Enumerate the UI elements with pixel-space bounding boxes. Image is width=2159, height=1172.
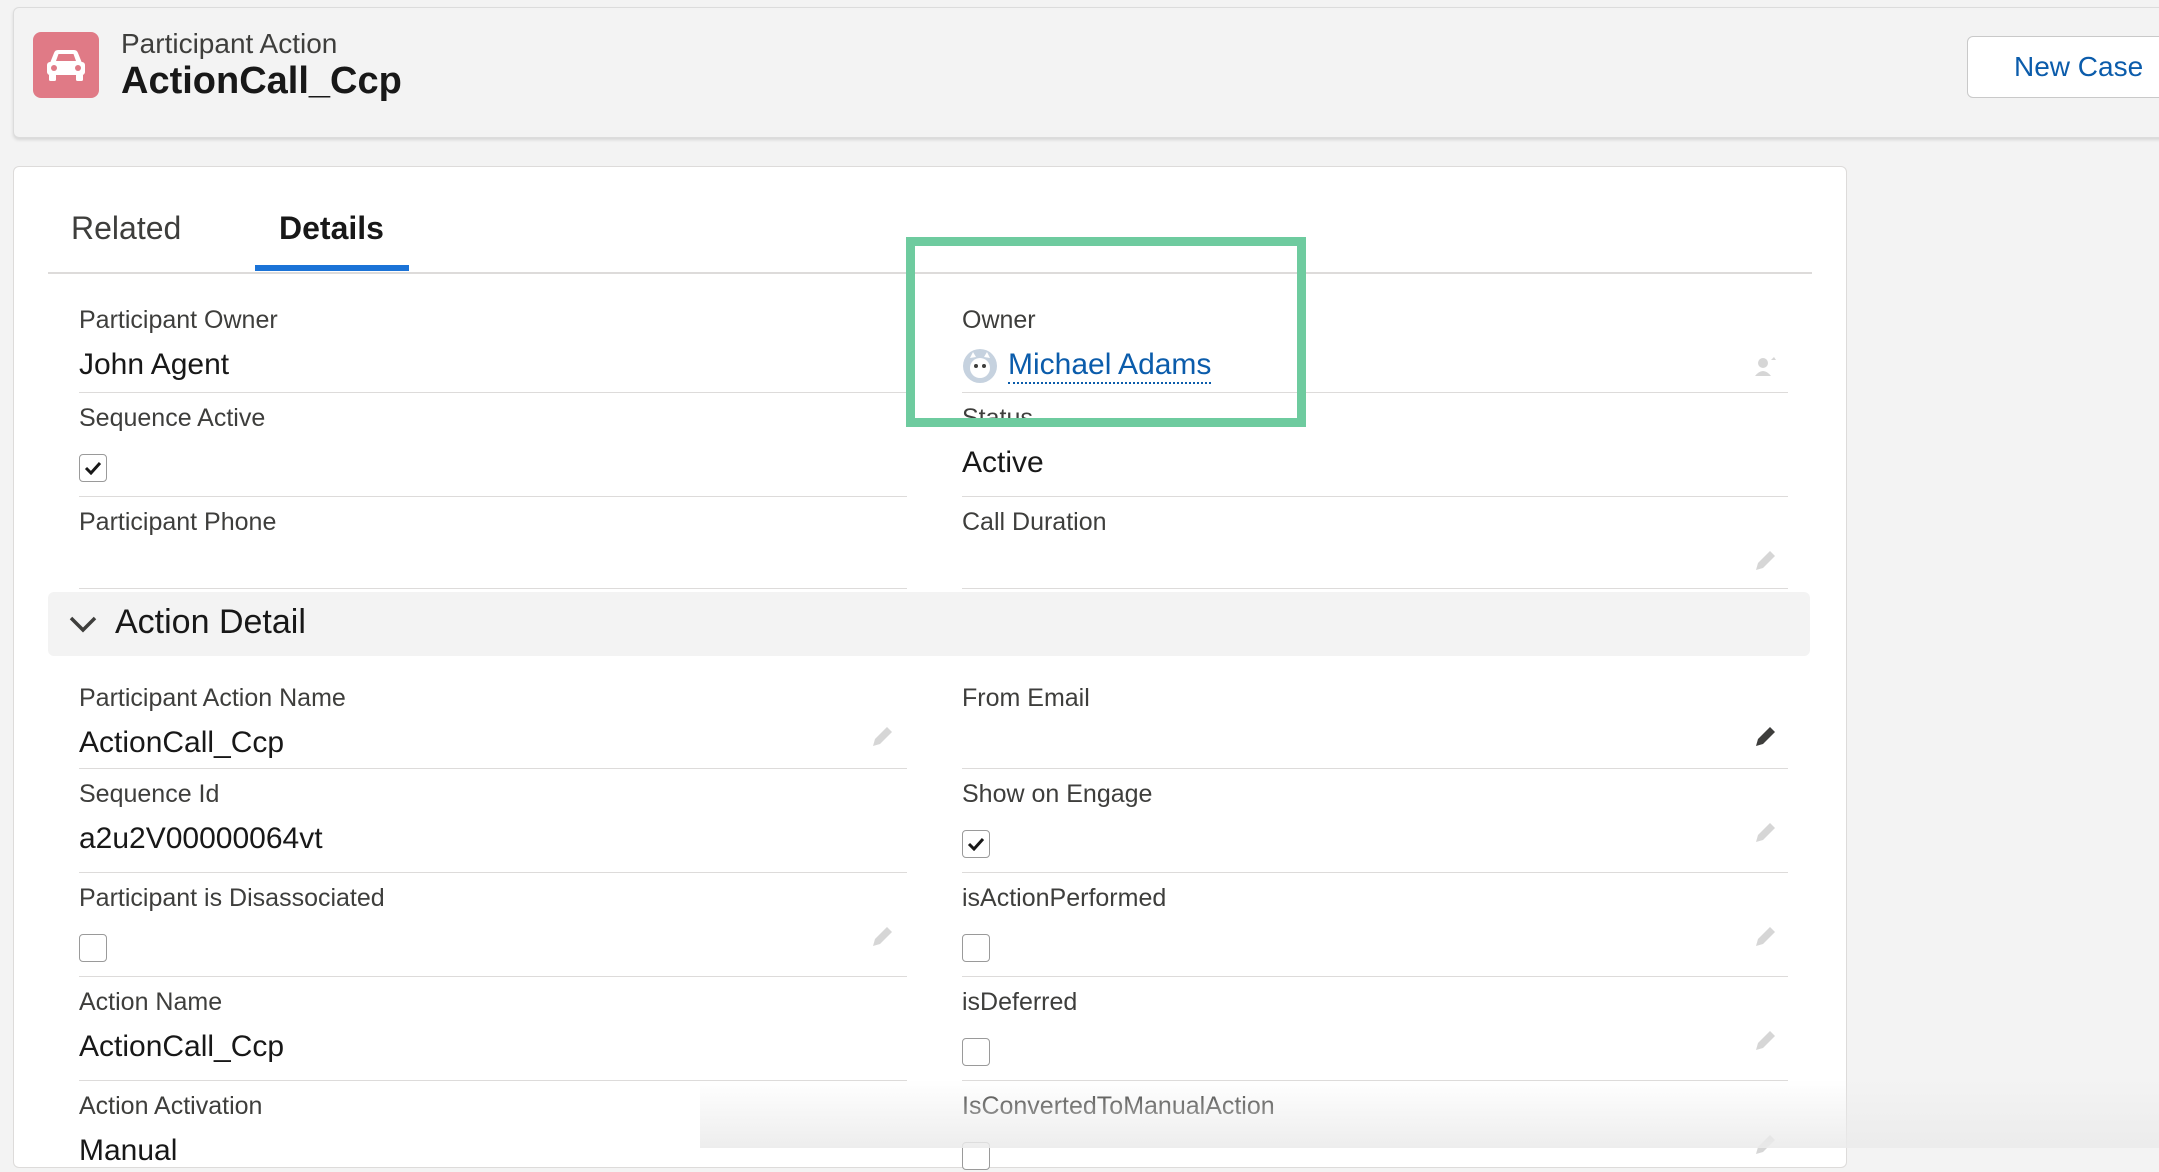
is-converted-manual-checkbox[interactable] [962,1142,990,1170]
field-value: John Agent [79,348,230,381]
edit-pencil-icon[interactable] [1752,548,1778,574]
tab-related[interactable]: Related [71,210,181,247]
field-from-email: From Email [962,684,1788,769]
field-label: Participant Action Name [79,684,346,712]
field-value: Active [962,446,1044,479]
field-label: Participant Owner [79,306,278,334]
field-sequence-id: Sequence Id a2u2V00000064vt [79,780,907,873]
change-owner-icon[interactable] [1752,354,1778,380]
field-label: Sequence Active [79,404,266,432]
checkmark-icon [84,461,102,475]
show-on-engage-checkbox[interactable] [962,830,990,858]
checkmark-icon [967,837,985,851]
edit-pencil-icon[interactable] [1752,724,1778,750]
edit-pencil-icon[interactable] [869,924,895,950]
field-label: From Email [962,684,1090,712]
field-is-action-performed: isActionPerformed [962,884,1788,977]
chevron-down-icon[interactable] [68,614,98,634]
tab-details[interactable]: Details [279,210,384,247]
is-action-performed-checkbox[interactable] [962,934,990,962]
section-title: Action Detail [115,603,306,641]
field-value: Manual [79,1134,178,1167]
field-participant-action-name: Participant Action Name ActionCall_Ccp [79,684,907,769]
car-icon [33,32,99,98]
edit-pencil-icon[interactable] [1752,924,1778,950]
field-call-duration: Call Duration [962,508,1788,589]
field-participant-disassociated: Participant is Disassociated [79,884,907,977]
field-label: isActionPerformed [962,884,1167,912]
field-participant-owner: Participant Owner John Agent [79,306,907,393]
field-participant-phone: Participant Phone [79,508,907,589]
participant-disassociated-checkbox[interactable] [79,934,107,962]
edit-pencil-icon[interactable] [1752,820,1778,846]
record-title: ActionCall_Ccp [121,60,402,102]
field-value: ActionCall_Ccp [79,1030,285,1063]
highlight-box [906,237,1306,427]
section-header-action-detail[interactable] [48,592,1810,656]
field-label: Participant Phone [79,508,277,536]
is-deferred-checkbox[interactable] [962,1038,990,1066]
field-is-deferred: isDeferred [962,988,1788,1081]
field-show-on-engage: Show on Engage [962,780,1788,873]
new-case-button[interactable]: New Case [1967,36,2159,98]
field-label: IsConvertedToManualAction [962,1092,1275,1120]
field-label: isDeferred [962,988,1078,1016]
field-label: Action Activation [79,1092,263,1120]
field-label: Show on Engage [962,780,1153,808]
field-is-converted-manual: IsConvertedToManualAction [962,1092,1788,1170]
field-value: ActionCall_Ccp [79,726,285,759]
edit-pencil-icon[interactable] [869,724,895,750]
field-label: Call Duration [962,508,1107,536]
field-label: Participant is Disassociated [79,884,385,912]
object-type-label: Participant Action [121,28,338,59]
field-value: a2u2V00000064vt [79,822,323,855]
field-label: Action Name [79,988,223,1016]
field-label: Sequence Id [79,780,220,808]
field-action-name: Action Name ActionCall_Ccp [79,988,907,1081]
active-tab-indicator [255,265,409,271]
field-action-activation: Action Activation Manual [79,1092,907,1172]
sequence-active-checkbox[interactable] [79,454,107,482]
edit-pencil-icon[interactable] [1752,1028,1778,1054]
field-sequence-active: Sequence Active [79,404,907,497]
edit-pencil-icon[interactable] [1752,1132,1778,1158]
